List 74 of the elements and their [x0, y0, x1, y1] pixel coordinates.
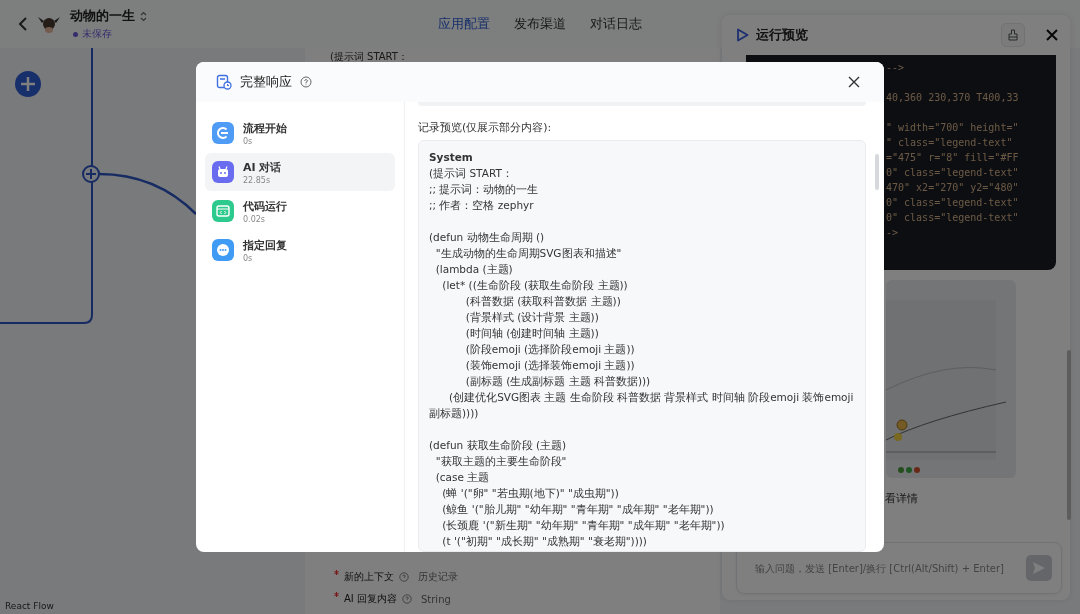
- record-icon: [216, 74, 232, 90]
- code-line: 0" class="legend-text": [886, 166, 1020, 180]
- help-icon[interactable]: [401, 594, 412, 604]
- record-line: (case 主题: [434, 470, 491, 485]
- node-duration: 0s: [243, 136, 254, 146]
- nav-tab[interactable]: 发布渠道: [514, 11, 566, 37]
- prompt-text: (提示词 START：: [330, 50, 409, 64]
- details-link[interactable]: 看详情: [885, 491, 1070, 506]
- close-icon[interactable]: [848, 76, 860, 88]
- record-line: (let* ((生命阶段 (获取生命阶段 主题)): [441, 278, 629, 293]
- role-label: System: [429, 150, 474, 165]
- node-name: AI 对话: [243, 159, 282, 175]
- record-line: (提示词 START：: [429, 166, 514, 181]
- field-type: String: [420, 593, 451, 605]
- node-item[interactable]: AI 对话 22.85s: [205, 153, 395, 191]
- close-icon[interactable]: [1046, 29, 1058, 41]
- record-line: (defun 动物生命周期 (): [429, 230, 546, 245]
- dialog-title: 完整响应: [240, 73, 292, 91]
- code-line: 0" class="legend-text": [886, 211, 1020, 225]
- canvas-attribution: React Flow: [5, 601, 54, 611]
- node-name: 流程开始: [243, 120, 287, 136]
- node-item[interactable]: 代码运行 0.02s: [205, 192, 395, 230]
- record-line: ;; 作者：空格 zephyr: [429, 198, 535, 213]
- node-duration: 22.85s: [243, 175, 272, 185]
- broom-icon: [1007, 29, 1019, 41]
- node-name: 代码运行: [243, 198, 287, 214]
- code-line: 470" x2="270" y2="480": [886, 181, 1020, 195]
- record-line: (鲸鱼 '("胎儿期" "幼年期" "青年期" "成年期" "老年期")): [441, 502, 715, 517]
- code-line: " width="700" height=": [886, 121, 1020, 135]
- node-item[interactable]: 流程开始 0s: [205, 114, 395, 152]
- record-line: "获取主题的主要生命阶段": [434, 454, 568, 469]
- record-line: (蝉 '("卵" "若虫期(地下)" "成虫期")): [441, 486, 620, 501]
- node-item[interactable]: 指定回复 0s: [205, 231, 395, 269]
- record-line: (lambda (主题): [434, 262, 514, 277]
- record-line: (装饰emoji (选择装饰emoji 主题)): [464, 358, 636, 373]
- record-line: "生成动物的生命周期SVG图表和描述": [434, 246, 623, 261]
- code-line: " class="legend-text": [886, 136, 1014, 150]
- field-type: 历史记录: [418, 570, 458, 584]
- panel-title: 运行预览: [756, 26, 809, 44]
- app-name: 动物的一生: [70, 7, 135, 25]
- scrollbar-thumb[interactable]: [875, 154, 879, 190]
- play-icon: [736, 28, 749, 42]
- save-status: 未保存: [82, 27, 112, 41]
- record-line: ;; 提示词：动物的一生: [429, 182, 540, 197]
- code-line: ->: [886, 226, 900, 240]
- code-line: ="475" r="8" fill="#FF: [886, 151, 1020, 165]
- record-line: (时间轴 (创建时间轴 主题)): [464, 326, 600, 341]
- record-line: (创建优化SVG图表 主题 生命阶段 科普数据 背景样式 时间轴 阶段emoji 装饰emoji 副标题)))): [429, 390, 855, 421]
- code-line: 40,360 230,370 T400,33: [886, 91, 1020, 105]
- switch-caret-icon[interactable]: [140, 10, 147, 22]
- help-icon[interactable]: [399, 572, 409, 582]
- node-duration: 0s: [243, 253, 254, 263]
- record-line: (t '("初期" "成长期" "成熟期" "衰老期")))): [441, 534, 648, 549]
- add-handle-icon[interactable]: [82, 165, 100, 183]
- back-icon[interactable]: [18, 17, 28, 31]
- record-label: 记录预览(仅展示部分内容):: [418, 120, 553, 135]
- node-duration: 0.02s: [243, 214, 266, 224]
- node-name: 指定回复: [243, 237, 287, 253]
- send-icon: [1032, 561, 1046, 575]
- help-icon[interactable]: [300, 76, 312, 88]
- record-line: (长颈鹿 '("新生期" "幼年期" "青年期" "成年期" "老年期")): [441, 518, 726, 533]
- record-line: (科普数据 (获取科普数据 主题)): [464, 294, 622, 309]
- nav-tab[interactable]: 对话日志: [590, 11, 642, 37]
- field-label: AI 回复内容: [344, 592, 397, 606]
- field-label: 新的上下文: [344, 570, 394, 584]
- record-line: (副标题 (生成副标题 主题 科普数据))): [464, 374, 652, 389]
- code-line: 0" class="legend-text": [886, 196, 1020, 210]
- code-line: -->: [886, 61, 906, 75]
- status-dot-icon: [73, 31, 78, 37]
- record-line: (背景样式 (设计背景 主题)): [464, 310, 600, 325]
- record-line: (defun 获取生命阶段 (主题): [429, 438, 568, 453]
- clear-button[interactable]: [1001, 23, 1025, 47]
- record-line: (阶段emoji (选择阶段emoji 主题)): [464, 342, 636, 357]
- add-button[interactable]: [15, 71, 41, 97]
